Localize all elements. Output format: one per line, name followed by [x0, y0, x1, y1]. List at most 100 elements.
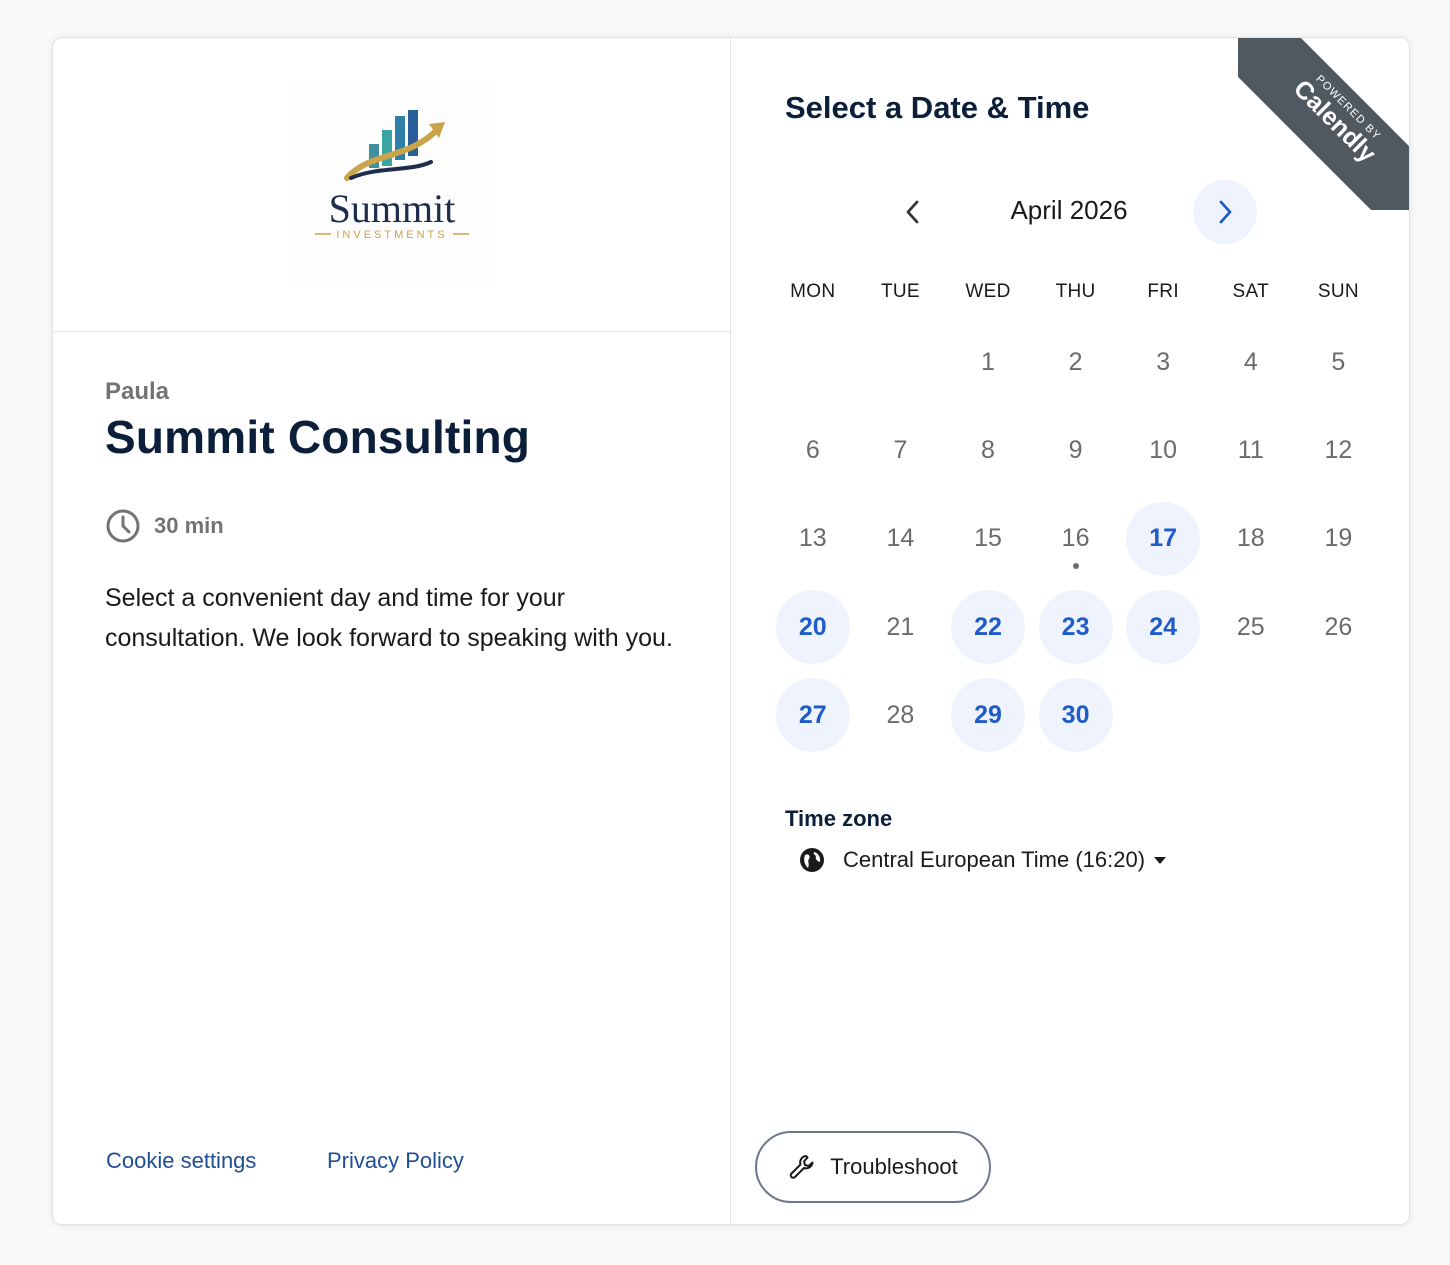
day-unavailable: 10	[1119, 406, 1207, 494]
day-unavailable: 6	[769, 406, 857, 494]
chevron-left-icon	[906, 200, 919, 224]
day-number[interactable]: 23	[1038, 590, 1113, 665]
today-indicator	[1072, 562, 1079, 569]
day-unavailable: 2	[1032, 318, 1120, 406]
month-label: April 2026	[1010, 195, 1128, 225]
day-unavailable: 16	[1032, 495, 1120, 583]
powered-by-calendly-badge[interactable]: POWERED BY Calendly	[1238, 38, 1409, 210]
day-unavailable: 19	[1295, 495, 1383, 583]
day-number: 18	[1236, 524, 1265, 553]
globe-icon	[800, 848, 824, 872]
day-number: 25	[1236, 612, 1265, 641]
day-unavailable: 12	[1295, 406, 1383, 494]
day-number[interactable]: 24	[1126, 590, 1201, 665]
day-available[interactable]: 22	[944, 583, 1032, 671]
day-unavailable: 5	[1295, 318, 1383, 406]
troubleshoot-button[interactable]: Troubleshoot	[755, 1131, 991, 1203]
day-number[interactable]: 20	[775, 590, 850, 665]
day-number: 14	[886, 524, 915, 553]
day-number: 11	[1237, 435, 1264, 464]
booking-card: Summit INVESTMENTS Paula Summit Consulti…	[52, 37, 1410, 1225]
day-number: 6	[805, 435, 820, 464]
day-unavailable: 21	[857, 583, 945, 671]
day-number: 7	[893, 435, 908, 464]
day-number: 3	[1156, 347, 1171, 376]
calendar-grid: 1 2 3 4 5 6 7 8 9 10 11 12 13 14 15 16 17 18 19 20 21 22 23 24 2…	[769, 318, 1382, 759]
day-number: 15	[974, 524, 1002, 553]
day-number: 4	[1243, 347, 1258, 376]
day-cell-empty	[857, 318, 945, 406]
day-number: 10	[1149, 435, 1178, 464]
day-unavailable: 8	[944, 406, 1032, 494]
weekday-label: SUN	[1317, 281, 1359, 302]
weekday-label: MON	[790, 281, 836, 302]
day-number[interactable]: 27	[775, 678, 850, 753]
weekday-label: FRI	[1147, 281, 1179, 302]
caret-down-icon	[1154, 857, 1167, 864]
day-unavailable: 15	[944, 495, 1032, 583]
day-available[interactable]: 20	[769, 583, 857, 671]
weekday-label: WED	[965, 281, 1011, 302]
company-logo: Summit INVESTMENTS	[289, 82, 495, 288]
day-number: 13	[798, 524, 827, 553]
day-unavailable: 14	[857, 495, 945, 583]
day-number: 8	[981, 435, 995, 464]
host-name: Paula	[105, 378, 170, 405]
cookie-settings-link[interactable]: Cookie settings	[106, 1148, 256, 1174]
day-unavailable: 26	[1295, 583, 1383, 671]
badge-ribbon: POWERED BY Calendly	[1238, 38, 1409, 210]
event-description: Select a convenient day and time for you…	[105, 584, 673, 652]
previous-month-button[interactable]	[881, 180, 945, 244]
day-unavailable: 7	[857, 406, 945, 494]
logo-area: Summit INVESTMENTS	[53, 38, 730, 332]
day-number: 12	[1324, 435, 1353, 464]
day-unavailable: 13	[769, 495, 857, 583]
logo-tagline: INVESTMENTS	[336, 229, 447, 241]
weekday-label: THU	[1055, 281, 1096, 302]
day-cell-empty	[769, 318, 857, 406]
day-unavailable: 28	[857, 671, 945, 759]
timezone-value: Central European Time (16:20)	[843, 847, 1146, 872]
day-number: 19	[1324, 524, 1353, 553]
day-unavailable: 9	[1032, 406, 1120, 494]
weekday-header: MON TUE WED THU FRI SAT SUN	[769, 281, 1381, 303]
day-available[interactable]: 29	[944, 671, 1032, 759]
event-duration: 30 min	[105, 508, 224, 544]
weekday-label: TUE	[880, 281, 920, 302]
weekday-label: SAT	[1232, 281, 1269, 302]
day-number: 1	[981, 347, 995, 376]
day-number: 5	[1331, 347, 1346, 376]
timezone-select[interactable]: Central European Time (16:20)	[799, 843, 1167, 877]
event-details-panel: Summit INVESTMENTS Paula Summit Consulti…	[53, 38, 731, 1224]
wrench-icon	[790, 1155, 814, 1179]
day-unavailable: 1	[944, 318, 1032, 406]
day-number[interactable]: 29	[950, 678, 1025, 753]
day-available[interactable]: 23	[1032, 583, 1120, 671]
date-picker-panel: Select a Date & Time April 2026 MON TUE WE…	[731, 38, 1409, 1224]
day-number[interactable]: 30	[1038, 678, 1113, 753]
day-number: 9	[1068, 435, 1083, 464]
day-number[interactable]: 22	[950, 590, 1025, 665]
day-number[interactable]: 17	[1126, 501, 1201, 576]
troubleshoot-label: Troubleshoot	[830, 1154, 958, 1179]
event-title: Summit Consulting	[105, 411, 531, 463]
day-number: 26	[1324, 612, 1353, 641]
chevron-right-icon	[1219, 200, 1232, 224]
day-available[interactable]: 17	[1119, 495, 1207, 583]
day-number: 28	[886, 700, 915, 729]
timezone-label: Time zone	[785, 806, 893, 831]
day-available[interactable]: 24	[1119, 583, 1207, 671]
privacy-policy-link[interactable]: Privacy Policy	[327, 1148, 464, 1174]
day-unavailable: 18	[1207, 495, 1295, 583]
day-unavailable: 11	[1207, 406, 1295, 494]
page-title: Select a Date & Time	[785, 90, 1090, 125]
day-available[interactable]: 30	[1032, 671, 1120, 759]
duration-text: 30 min	[154, 513, 224, 538]
day-number: 21	[886, 612, 915, 641]
day-unavailable: 25	[1207, 583, 1295, 671]
day-unavailable: 3	[1119, 318, 1207, 406]
day-unavailable: 4	[1207, 318, 1295, 406]
logo-name: Summit	[329, 186, 456, 231]
day-available[interactable]: 27	[769, 671, 857, 759]
clock-icon	[106, 509, 140, 543]
